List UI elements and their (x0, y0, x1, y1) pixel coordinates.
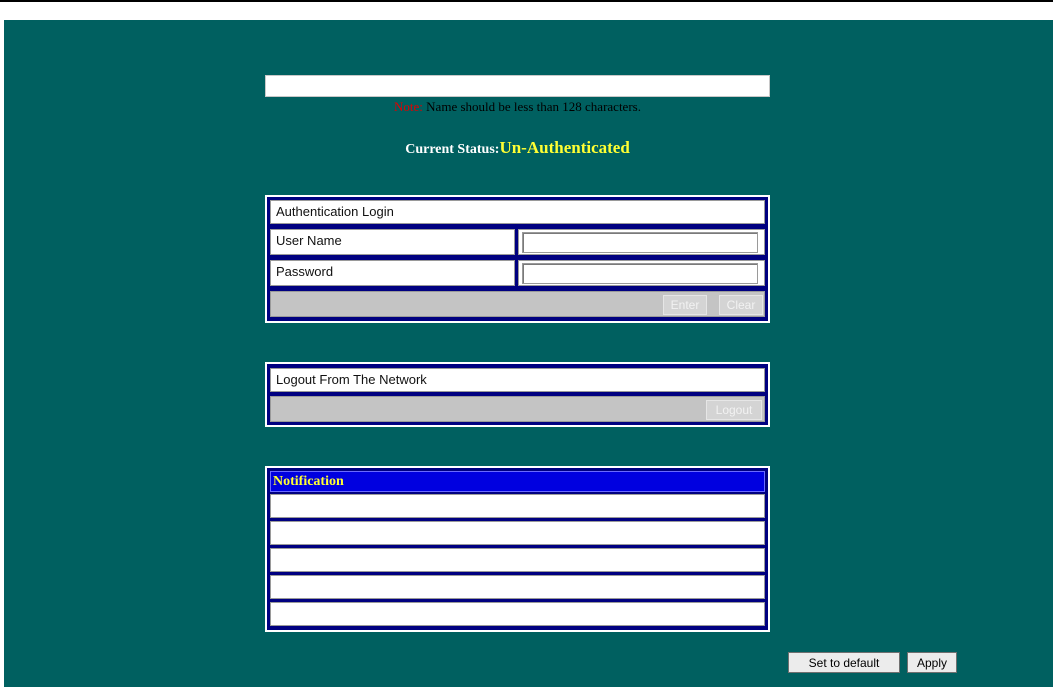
auth-login-title: Authentication Login (270, 200, 765, 224)
notification-row (270, 548, 765, 572)
notification-row (270, 521, 765, 545)
status-value: Un-Authenticated (499, 138, 630, 157)
password-input[interactable] (522, 263, 758, 284)
status-label: Current Status: (405, 142, 500, 157)
current-status: Current Status:Un-Authenticated (265, 138, 770, 158)
logout-box: Logout From The Network Logout (265, 362, 770, 427)
note-text: Name should be less than 128 characters. (422, 99, 641, 114)
username-input[interactable] (522, 232, 758, 253)
notification-row (270, 575, 765, 599)
logout-button-bar: Logout (270, 396, 765, 422)
top-border (0, 0, 1053, 2)
logout-button[interactable]: Logout (706, 400, 762, 420)
logout-title: Logout From The Network (270, 368, 765, 392)
notification-row (270, 602, 765, 626)
notification-box: Notification (265, 466, 770, 632)
set-to-default-button[interactable]: Set to default (788, 652, 900, 673)
auth-button-bar: Enter Clear (270, 291, 765, 317)
apply-button[interactable]: Apply (907, 652, 957, 673)
note-label: Note: (394, 99, 423, 114)
password-cell (518, 260, 765, 286)
username-label: User Name (270, 229, 515, 255)
enter-button[interactable]: Enter (663, 295, 707, 315)
username-cell (518, 229, 765, 255)
notification-row (270, 494, 765, 518)
name-input[interactable] (265, 75, 770, 97)
clear-button[interactable]: Clear (719, 295, 763, 315)
name-length-note: Note: Name should be less than 128 chara… (265, 99, 770, 115)
authentication-login-box: Authentication Login User Name Password … (265, 195, 770, 323)
notification-header: Notification (270, 471, 765, 492)
password-label: Password (270, 260, 515, 286)
